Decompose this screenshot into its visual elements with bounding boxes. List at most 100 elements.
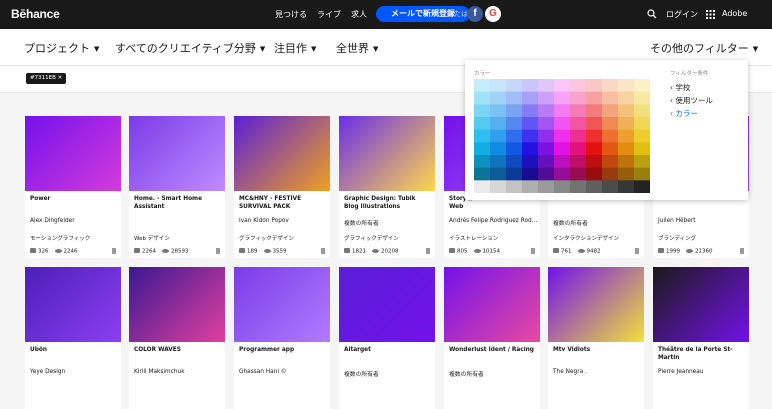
project-title[interactable]: Théâtre de la Porte St-Martin: [658, 346, 746, 362]
filter-featured[interactable]: 注目作 ▼: [274, 40, 316, 56]
project-author[interactable]: 複数の所有者: [344, 369, 379, 378]
color-swatch[interactable]: [522, 167, 539, 181]
project-title[interactable]: Wonderlust Ident / Racing: [449, 346, 537, 354]
color-swatch[interactable]: [538, 91, 555, 105]
color-swatch[interactable]: [554, 91, 571, 105]
color-swatch[interactable]: [602, 91, 619, 105]
color-swatch[interactable]: [506, 91, 523, 105]
color-swatch[interactable]: [634, 91, 650, 105]
project-author[interactable]: Pierre Jeanneau: [658, 369, 703, 375]
project-author[interactable]: Julien Hébert: [658, 218, 696, 224]
report-flag-icon[interactable]: [531, 248, 535, 254]
color-swatch[interactable]: [538, 79, 555, 92]
color-swatch[interactable]: [522, 117, 539, 130]
project-author[interactable]: The Negra .: [553, 369, 587, 375]
color-swatch[interactable]: [634, 79, 650, 92]
apps-grid-icon[interactable]: [706, 10, 715, 19]
color-swatch[interactable]: [506, 180, 523, 193]
color-swatch[interactable]: [570, 155, 587, 168]
project-card[interactable]: Mtv Vidiots The Negra .: [548, 267, 644, 409]
color-swatch[interactable]: [474, 142, 491, 156]
color-swatch[interactable]: [538, 167, 555, 181]
project-thumbnail[interactable]: [653, 267, 749, 342]
project-thumbnail[interactable]: [548, 267, 644, 342]
project-thumbnail[interactable]: [234, 267, 330, 342]
color-swatch[interactable]: [554, 180, 571, 193]
color-swatch[interactable]: [490, 104, 507, 118]
color-swatch[interactable]: [602, 129, 619, 143]
project-author[interactable]: 複数の所有者: [449, 369, 484, 378]
color-swatch[interactable]: [602, 117, 619, 130]
color-swatch[interactable]: [570, 129, 587, 143]
color-swatch[interactable]: [586, 91, 603, 105]
project-thumbnail[interactable]: [339, 116, 435, 191]
project-thumbnail[interactable]: [129, 267, 225, 342]
project-title[interactable]: Mtv Vidiots: [553, 346, 641, 354]
project-author[interactable]: 複数の所有者: [553, 218, 588, 227]
project-title[interactable]: Home. - Smart Home Assistant: [134, 195, 222, 211]
active-color-tag[interactable]: #7311EB ✕: [26, 73, 67, 84]
color-swatch[interactable]: [634, 167, 650, 181]
color-swatch[interactable]: [634, 129, 650, 143]
project-card[interactable]: Wonderlust Ident / Racing 複数の所有者: [444, 267, 540, 409]
color-swatch[interactable]: [618, 155, 635, 168]
color-swatch[interactable]: [586, 129, 603, 143]
color-swatch[interactable]: [554, 142, 571, 156]
color-swatch[interactable]: [634, 180, 650, 193]
color-swatch[interactable]: [618, 79, 635, 92]
filter-world[interactable]: 全世界 ▼: [336, 40, 378, 56]
color-swatch[interactable]: [570, 142, 587, 156]
color-swatch[interactable]: [570, 167, 587, 181]
project-thumbnail[interactable]: [234, 116, 330, 191]
color-palette[interactable]: [474, 79, 650, 193]
project-card[interactable]: MC&HNY - FESTIVE SURVIVAL PACK Ivan Kidon…: [234, 116, 330, 258]
project-card[interactable]: Programmer app Ghassan Hani ©: [234, 267, 330, 409]
report-flag-icon[interactable]: [216, 248, 220, 254]
project-author[interactable]: Ivan Kidon Popov: [239, 218, 289, 224]
color-swatch[interactable]: [506, 142, 523, 156]
color-swatch[interactable]: [506, 104, 523, 118]
project-thumbnail[interactable]: [129, 116, 225, 191]
project-card[interactable]: Théâtre de la Porte St-Martin Pierre Jean…: [653, 267, 749, 409]
color-swatch[interactable]: [490, 155, 507, 168]
filter-more[interactable]: その他のフィルター ▼: [650, 40, 758, 56]
color-swatch[interactable]: [602, 104, 619, 118]
filter-tools[interactable]: ‹ 使用ツール: [670, 95, 713, 106]
nav-discover[interactable]: 見つける: [275, 9, 307, 20]
project-thumbnail[interactable]: [444, 267, 540, 342]
color-swatch[interactable]: [538, 117, 555, 130]
color-swatch[interactable]: [602, 79, 619, 92]
color-swatch[interactable]: [474, 180, 491, 193]
color-swatch[interactable]: [554, 79, 571, 92]
color-swatch[interactable]: [618, 180, 635, 193]
color-swatch[interactable]: [538, 104, 555, 118]
color-swatch[interactable]: [522, 142, 539, 156]
color-swatch[interactable]: [586, 180, 603, 193]
color-swatch[interactable]: [522, 129, 539, 143]
color-swatch[interactable]: [634, 142, 650, 156]
behance-logo[interactable]: Bēhance: [11, 7, 60, 21]
color-swatch[interactable]: [490, 129, 507, 143]
project-thumbnail[interactable]: [25, 116, 121, 191]
color-swatch[interactable]: [634, 117, 650, 130]
project-author[interactable]: Kirill Maksimchuk: [134, 369, 185, 375]
color-swatch[interactable]: [506, 167, 523, 181]
color-swatch[interactable]: [490, 142, 507, 156]
color-swatch[interactable]: [522, 180, 539, 193]
color-swatch[interactable]: [474, 155, 491, 168]
filter-color[interactable]: ‹ カラー: [670, 108, 698, 119]
color-swatch[interactable]: [474, 167, 491, 181]
project-author[interactable]: 複数の所有者: [344, 218, 379, 227]
color-swatch[interactable]: [586, 155, 603, 168]
color-swatch[interactable]: [602, 142, 619, 156]
color-swatch[interactable]: [554, 155, 571, 168]
color-swatch[interactable]: [618, 142, 635, 156]
color-swatch[interactable]: [570, 104, 587, 118]
project-thumbnail[interactable]: [339, 267, 435, 342]
color-swatch[interactable]: [538, 180, 555, 193]
color-swatch[interactable]: [490, 91, 507, 105]
color-swatch[interactable]: [586, 142, 603, 156]
color-swatch[interactable]: [586, 167, 603, 181]
project-title[interactable]: COLOR WAVES: [134, 346, 222, 354]
color-swatch[interactable]: [618, 91, 635, 105]
